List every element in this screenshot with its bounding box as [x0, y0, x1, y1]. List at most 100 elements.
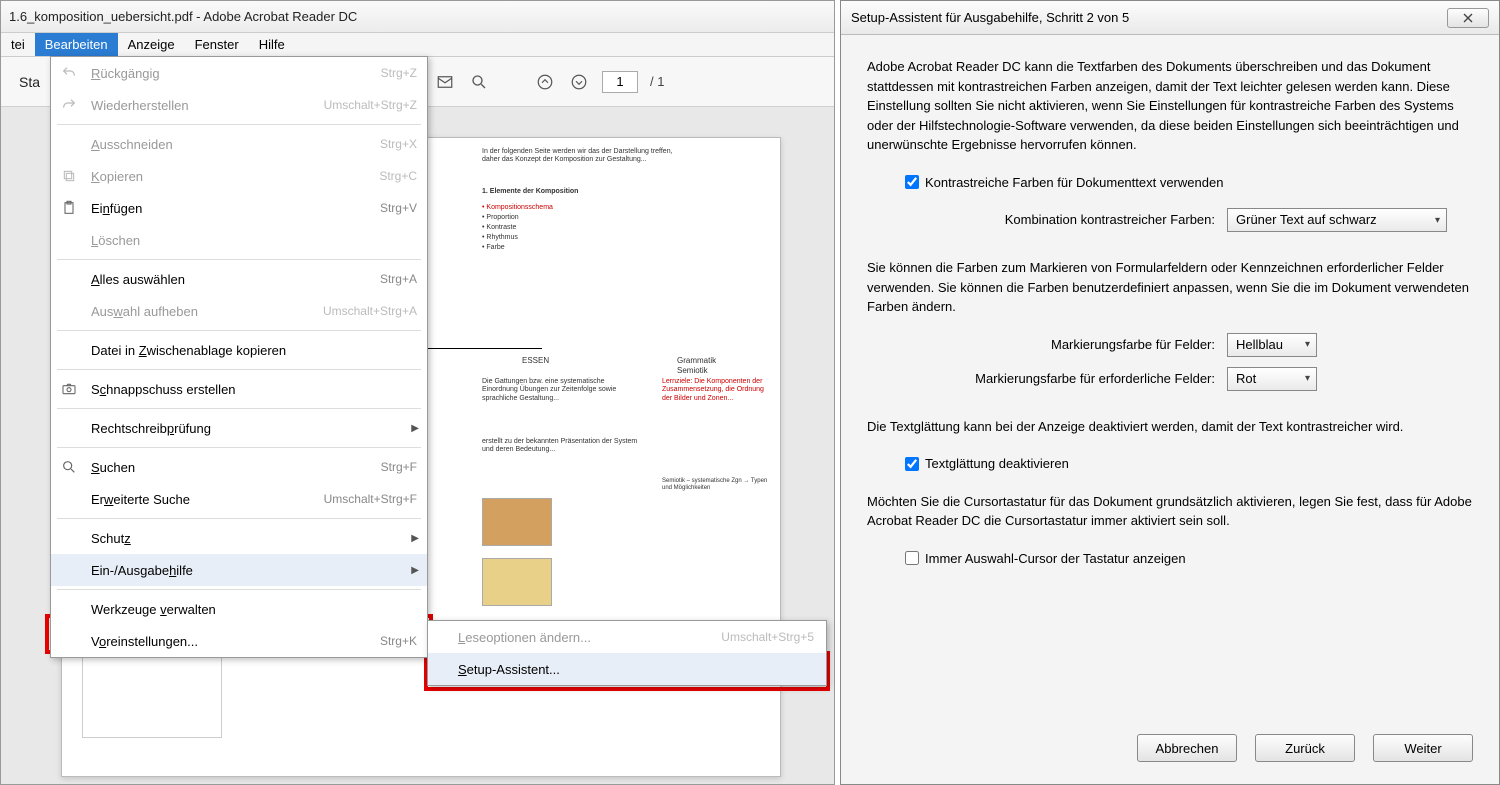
checkbox-disable-smoothing-label: Textglättung deaktivieren: [925, 454, 1069, 474]
menu-search-shortcut: Strg+F: [381, 460, 417, 474]
checkbox-contrast-colors[interactable]: [905, 175, 919, 189]
submenu-reading-options: Leseoptionen ändern... Umschalt+Strg+5: [428, 621, 826, 653]
checkbox-always-cursor[interactable]: [905, 551, 919, 565]
combo-field-highlight-color[interactable]: Hellblau: [1227, 333, 1317, 357]
cancel-button[interactable]: Abbrechen: [1137, 734, 1237, 762]
menu-view[interactable]: Anzeige: [118, 33, 185, 56]
menu-search[interactable]: Suchen Strg+F: [51, 451, 427, 483]
dialog-titlebar: Setup-Assistent für Ausgabehilfe, Schrit…: [841, 1, 1499, 35]
menu-redo-label: Wiederherstellen: [91, 98, 189, 113]
menu-paste-shortcut: Strg+V: [380, 201, 417, 215]
submenu-setup-assistant-label: Setup-Assistent...: [458, 662, 560, 677]
redo-icon: [59, 95, 79, 115]
copy-icon: [59, 166, 79, 186]
field-highlight-label: Markierungsfarbe für Felder:: [927, 335, 1227, 355]
menu-edit[interactable]: Bearbeiten: [35, 33, 118, 56]
submenu-reading-options-shortcut: Umschalt+Strg+5: [721, 630, 814, 644]
menu-advanced-search-shortcut: Umschalt+Strg+F: [324, 492, 417, 506]
accessibility-submenu: Leseoptionen ändern... Umschalt+Strg+5 S…: [427, 620, 827, 686]
para-form-colors: Sie können die Farben zum Markieren von …: [867, 258, 1473, 317]
menu-select-all-shortcut: Strg+A: [380, 272, 417, 286]
menu-copy-clipboard-label: Datei in Zwischenablage kopieren: [91, 343, 286, 358]
checkbox-contrast-colors-label: Kontrastreiche Farben für Dokumenttext v…: [925, 173, 1223, 193]
menu-accessibility[interactable]: Ein-/Ausgabehilfe ▶: [51, 554, 427, 586]
checkbox-row-contrast: Kontrastreiche Farben für Dokumenttext v…: [905, 171, 1473, 195]
menu-snapshot-label: Schnappschuss erstellen: [91, 382, 236, 397]
paste-icon: [59, 198, 79, 218]
dialog-title: Setup-Assistent für Ausgabehilfe, Schrit…: [851, 10, 1129, 25]
close-icon: [1462, 12, 1474, 24]
menubar: tei Bearbeiten Anzeige Fenster Hilfe: [1, 33, 834, 57]
undo-icon: [59, 63, 79, 83]
edit-menu-dropdown: Rückgängig Strg+Z Wiederherstellen Umsch…: [50, 56, 428, 658]
menu-file[interactable]: tei: [1, 33, 35, 56]
back-button[interactable]: Zurück: [1255, 734, 1355, 762]
menu-manage-tools-label: Werkzeuge verwalten: [91, 602, 216, 617]
menu-select-all-label: Alles auswählen: [91, 272, 185, 287]
menu-advanced-search[interactable]: Erweiterte Suche Umschalt+Strg+F: [51, 483, 427, 515]
checkbox-always-cursor-label: Immer Auswahl-Cursor der Tastatur anzeig…: [925, 549, 1186, 569]
menu-accessibility-label: Ein-/Ausgabehilfe: [91, 563, 193, 578]
menu-manage-tools[interactable]: Werkzeuge verwalten: [51, 593, 427, 625]
menu-deselect: Auswahl aufheben Umschalt+Strg+A: [51, 295, 427, 327]
intro-paragraph: Adobe Acrobat Reader DC kann die Textfar…: [867, 57, 1473, 155]
checkbox-row-smoothing: Textglättung deaktivieren: [905, 452, 1473, 476]
combo-contrast-colors[interactable]: Grüner Text auf schwarz: [1227, 208, 1447, 232]
menu-undo: Rückgängig Strg+Z: [51, 57, 427, 89]
para-cursor: Möchten Sie die Cursortastatur für das D…: [867, 492, 1473, 531]
page-count: / 1: [650, 74, 664, 89]
menu-cut-label: Ausschneiden: [91, 137, 173, 152]
menu-cut: Ausschneiden Strg+X: [51, 128, 427, 160]
menu-select-all[interactable]: Alles auswählen Strg+A: [51, 263, 427, 295]
menu-copy-shortcut: Strg+C: [379, 169, 417, 183]
search-icon: [59, 457, 79, 477]
dialog-body: Adobe Acrobat Reader DC kann die Textfar…: [841, 35, 1499, 570]
window-title: 1.6_komposition_uebersicht.pdf - Adobe A…: [9, 9, 357, 24]
menu-protect[interactable]: Schutz ▶: [51, 522, 427, 554]
camera-icon: [59, 379, 79, 399]
menu-paste[interactable]: Einfügen Strg+V: [51, 192, 427, 224]
field-required-label: Markierungsfarbe für erforderliche Felde…: [927, 369, 1227, 389]
setup-assistant-dialog: Setup-Assistent für Ausgabehilfe, Schrit…: [840, 0, 1500, 785]
menu-preferences-shortcut: Strg+K: [380, 634, 417, 648]
combo-required-color[interactable]: Rot: [1227, 367, 1317, 391]
combo-required-value: Rot: [1236, 369, 1256, 389]
menu-delete-label: Löschen: [91, 233, 140, 248]
page-up-icon[interactable]: [534, 71, 556, 93]
combo-field-highlight-value: Hellblau: [1236, 335, 1283, 355]
page-down-icon[interactable]: [568, 71, 590, 93]
dialog-button-row: Abbrechen Zurück Weiter: [1137, 734, 1473, 762]
submenu-reading-options-label: Leseoptionen ändern...: [458, 630, 591, 645]
menu-copy: Kopieren Strg+C: [51, 160, 427, 192]
search-icon[interactable]: [468, 71, 490, 93]
menu-redo-shortcut: Umschalt+Strg+Z: [324, 98, 417, 112]
menu-redo: Wiederherstellen Umschalt+Strg+Z: [51, 89, 427, 121]
menu-copy-clipboard[interactable]: Datei in Zwischenablage kopieren: [51, 334, 427, 366]
menu-help[interactable]: Hilfe: [249, 33, 295, 56]
menu-snapshot[interactable]: Schnappschuss erstellen: [51, 373, 427, 405]
page-number-input[interactable]: [602, 71, 638, 93]
menu-preferences[interactable]: Voreinstellungen... Strg+K: [51, 625, 427, 657]
menu-delete: Löschen: [51, 224, 427, 256]
checkbox-disable-smoothing[interactable]: [905, 457, 919, 471]
menu-cut-shortcut: Strg+X: [380, 137, 417, 151]
mail-icon[interactable]: [434, 71, 456, 93]
tab-start[interactable]: Sta: [9, 68, 50, 96]
menu-spellcheck-label: Rechtschreibprüfung: [91, 421, 211, 436]
checkbox-row-cursor: Immer Auswahl-Cursor der Tastatur anzeig…: [905, 547, 1473, 571]
menu-search-label: Suchen: [91, 460, 135, 475]
combo-contrast-value: Grüner Text auf schwarz: [1236, 210, 1377, 230]
chevron-right-icon: ▶: [411, 533, 419, 544]
menu-paste-label: Einfügen: [91, 201, 142, 216]
submenu-setup-assistant[interactable]: Setup-Assistent...: [428, 653, 826, 685]
menu-deselect-shortcut: Umschalt+Strg+A: [323, 304, 417, 318]
close-button[interactable]: [1447, 8, 1489, 28]
menu-window[interactable]: Fenster: [185, 33, 249, 56]
next-button[interactable]: Weiter: [1373, 734, 1473, 762]
window-titlebar: 1.6_komposition_uebersicht.pdf - Adobe A…: [1, 1, 834, 33]
menu-preferences-label: Voreinstellungen...: [91, 634, 198, 649]
menu-spellcheck[interactable]: Rechtschreibprüfung ▶: [51, 412, 427, 444]
menu-undo-shortcut: Strg+Z: [381, 66, 417, 80]
menu-copy-label: Kopieren: [91, 169, 143, 184]
chevron-right-icon: ▶: [411, 423, 419, 434]
